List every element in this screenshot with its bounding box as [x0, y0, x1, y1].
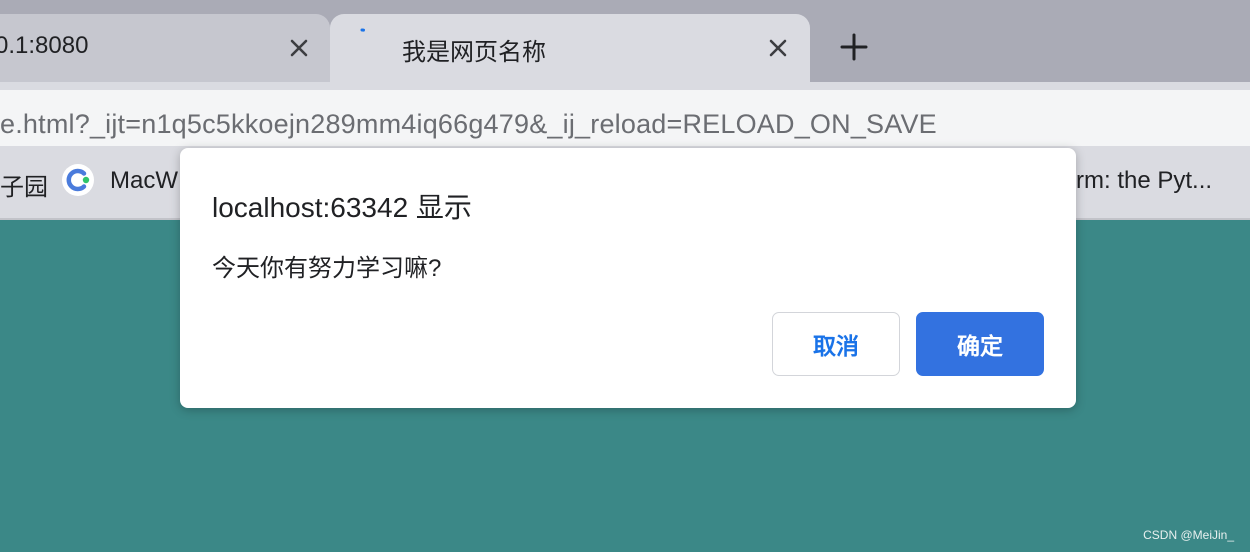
dialog-title: localhost:63342 显示 [212, 192, 472, 223]
tab-title: 0.1:8080 [0, 32, 89, 59]
ok-button[interactable]: 确定 [916, 312, 1044, 376]
tab-localhost-8080[interactable]: 0.1:8080 [0, 14, 330, 82]
loading-spinner-icon [352, 28, 372, 48]
watermark: CSDN @MeiJin_ [1143, 528, 1234, 542]
bookmark-item[interactable]: rm: the Pyt... [1076, 167, 1212, 195]
browser-window: 0.1:8080 我是网页名称 e.html?_ijt=n1q5c5kkoejn… [0, 0, 1250, 552]
alert-dialog: localhost:63342 显示 今天你有努力学习嘛? 取消 确定 [180, 148, 1076, 408]
cancel-button[interactable]: 取消 [772, 312, 900, 376]
tab-title: 我是网页名称 [402, 39, 546, 66]
address-bar[interactable]: e.html?_ijt=n1q5c5kkoejn289mm4iq66g479&_… [0, 90, 1250, 148]
dialog-message: 今天你有努力学习嘛? [212, 255, 442, 282]
close-icon[interactable] [764, 34, 792, 62]
bookmark-item[interactable]: MacW [110, 167, 178, 195]
plus-icon[interactable] [838, 31, 870, 63]
tab-strip: 0.1:8080 我是网页名称 [0, 0, 1250, 82]
toolbar: e.html?_ijt=n1q5c5kkoejn289mm4iq66g479&_… [0, 82, 1250, 148]
url-text[interactable]: e.html?_ijt=n1q5c5kkoejn289mm4iq66g479&_… [0, 109, 937, 140]
close-icon[interactable] [285, 34, 313, 62]
tab-active[interactable]: 我是网页名称 [330, 14, 810, 82]
c-logo-icon [62, 164, 94, 196]
bookmark-item[interactable]: 子园 [0, 167, 48, 202]
